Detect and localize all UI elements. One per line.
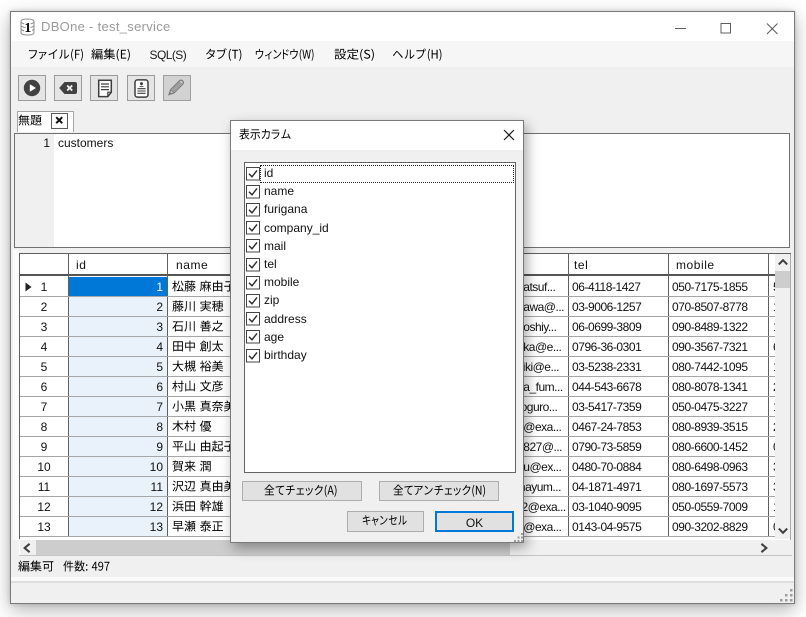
svg-text:1: 1 [24, 20, 31, 35]
